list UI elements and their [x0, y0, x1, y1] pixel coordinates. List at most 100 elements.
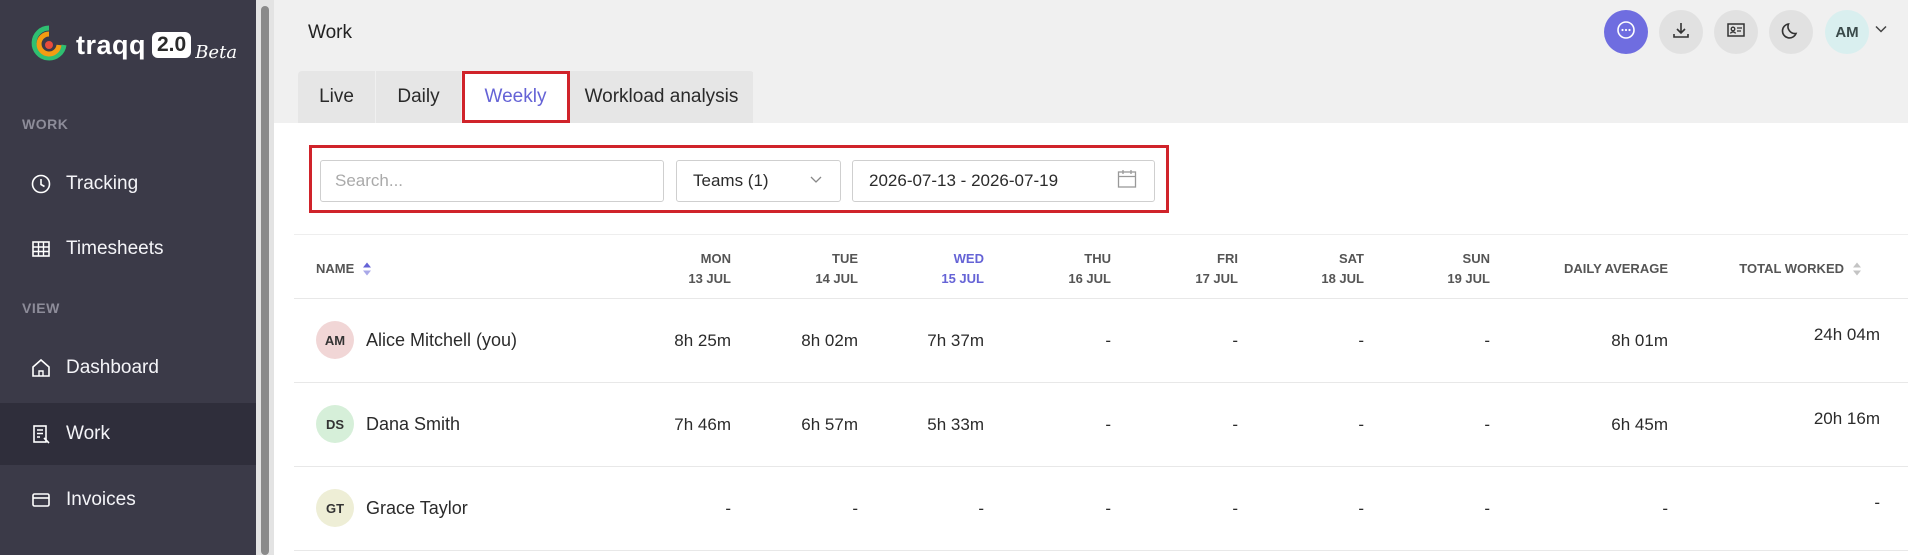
sort-icon [1852, 261, 1862, 277]
content-panel: Teams (1) 2026-07-13 - 2026-07-19 NAME [274, 123, 1908, 555]
day-value: - [1105, 499, 1111, 518]
day-value: - [978, 499, 984, 518]
column-total-worked[interactable]: TOTAL WORKED [1739, 259, 1862, 279]
day-value: - [1484, 415, 1490, 434]
main-area: Work AM Live Daily Weekly Workload analy… [274, 0, 1908, 555]
daily-average-value: - [1662, 499, 1668, 518]
day-value: - [1358, 415, 1364, 434]
person-cell: AM Alice Mitchell (you) [316, 321, 517, 359]
document-icon [30, 423, 52, 445]
avatar: DS [316, 405, 354, 443]
day-value: - [1232, 415, 1238, 434]
id-card-button[interactable] [1714, 10, 1758, 54]
logo-version: 2.0 [152, 32, 192, 58]
weekly-table: NAME MON 13 JUL TUE 14 JUL WED 15 JUL THU 16… [294, 234, 1908, 551]
day-value: - [1358, 499, 1364, 518]
search-input[interactable] [320, 160, 664, 202]
daily-average-value: 6h 45m [1611, 415, 1668, 434]
section-label-view: VIEW [22, 300, 60, 316]
column-date: 15 JUL [941, 271, 984, 286]
table-row[interactable]: DS Dana Smith 7h 46m 6h 57m 5h 33m - - -… [294, 383, 1908, 467]
traqq-logo-icon [30, 22, 68, 68]
day-value: 5h 33m [927, 415, 984, 434]
chat-icon [1615, 19, 1637, 46]
teams-select[interactable]: Teams (1) [676, 160, 841, 202]
day-value: - [1105, 415, 1111, 434]
view-tabs: Live Daily Weekly Workload analysis [298, 71, 754, 123]
page-title: Work [308, 22, 352, 43]
day-value: - [852, 499, 858, 518]
column-date: 19 JUL [1447, 271, 1490, 286]
tab-daily[interactable]: Daily [376, 71, 462, 123]
logo[interactable]: traqq 2.0 Beta [30, 22, 237, 68]
column-mon: MON 13 JUL [688, 249, 731, 289]
table-header: NAME MON 13 JUL TUE 14 JUL WED 15 JUL THU 16… [294, 234, 1908, 299]
column-day: SUN [1462, 251, 1490, 266]
sidebar-item-label: Work [66, 423, 110, 444]
day-value: - [1358, 331, 1364, 350]
chat-button[interactable] [1604, 10, 1648, 54]
person-name: Alice Mitchell (you) [366, 329, 518, 350]
chevron-down-icon [808, 171, 824, 192]
sidebar-item-tracking[interactable]: Tracking [0, 153, 256, 215]
column-date: 16 JUL [1068, 271, 1111, 286]
teams-select-value: Teams (1) [693, 171, 769, 190]
download-icon [1671, 20, 1691, 45]
column-sat: SAT 18 JUL [1321, 249, 1364, 289]
column-date: 17 JUL [1195, 271, 1238, 286]
column-total-label: TOTAL WORKED [1739, 261, 1844, 276]
grid-icon [30, 238, 52, 260]
sidebar-item-label: Dashboard [66, 357, 159, 378]
column-sun: SUN 19 JUL [1447, 249, 1490, 289]
day-value: 8h 25m [674, 331, 731, 350]
day-value: - [1484, 331, 1490, 350]
column-thu: THU 16 JUL [1068, 249, 1111, 289]
person-cell: DS Dana Smith [316, 405, 460, 443]
table-row[interactable]: AM Alice Mitchell (you) 8h 25m 8h 02m 7h… [294, 299, 1908, 383]
theme-toggle-button[interactable] [1769, 10, 1813, 54]
sidebar-scrollbar[interactable] [261, 6, 269, 555]
total-worked-value: - [1874, 493, 1880, 512]
filter-bar: Teams (1) 2026-07-13 - 2026-07-19 [309, 145, 1169, 213]
sidebar-item-label: Tracking [66, 173, 139, 194]
sort-icon [362, 261, 372, 277]
tab-live[interactable]: Live [298, 71, 376, 123]
avatar: AM [316, 321, 354, 359]
logo-beta: Beta [195, 41, 238, 63]
download-button[interactable] [1659, 10, 1703, 54]
tab-workload-analysis[interactable]: Workload analysis [570, 71, 754, 123]
daily-average-value: 8h 01m [1611, 331, 1668, 350]
column-day: FRI [1217, 251, 1238, 266]
column-day: MON [700, 251, 731, 266]
column-daily-average: DAILY AVERAGE [1563, 261, 1668, 276]
card-icon [30, 489, 52, 511]
chevron-down-icon[interactable] [1874, 22, 1888, 41]
tab-weekly[interactable]: Weekly [462, 71, 570, 123]
sidebar-item-dashboard[interactable]: Dashboard [0, 337, 256, 399]
day-value: - [1105, 331, 1111, 350]
column-day: TUE [832, 251, 858, 266]
table-row[interactable]: GT Grace Taylor - - - - - - - - - [294, 467, 1908, 551]
day-value: - [725, 499, 731, 518]
column-day: THU [1084, 251, 1111, 266]
user-avatar[interactable]: AM [1825, 10, 1869, 54]
avatar: GT [316, 489, 354, 527]
column-day: WED [953, 251, 984, 266]
sidebar-item-timesheets[interactable]: Timesheets [0, 218, 256, 280]
column-date: 18 JUL [1321, 271, 1364, 286]
day-value: - [1484, 499, 1490, 518]
sidebar-item-work[interactable]: Work [0, 403, 256, 465]
logo-text: traqq [76, 29, 146, 60]
column-fri: FRI 17 JUL [1195, 249, 1238, 289]
sidebar-item-label: Invoices [66, 489, 136, 510]
person-name: Grace Taylor [366, 497, 468, 518]
sidebar-item-invoices[interactable]: Invoices [0, 469, 256, 531]
column-name[interactable]: NAME [316, 259, 372, 279]
day-value: 6h 57m [801, 415, 858, 434]
sidebar-item-label: Timesheets [66, 238, 164, 259]
id-card-icon [1726, 20, 1746, 45]
date-range-picker[interactable]: 2026-07-13 - 2026-07-19 [852, 160, 1155, 202]
moon-icon [1781, 20, 1801, 45]
day-value: - [1232, 331, 1238, 350]
day-value: 7h 37m [927, 331, 984, 350]
